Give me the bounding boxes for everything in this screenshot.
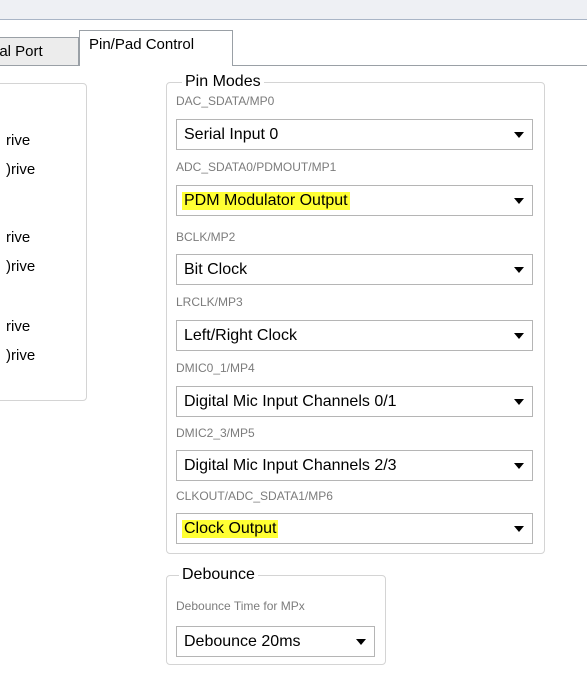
chevron-down-icon[interactable] (514, 399, 524, 405)
pin-modes-group (166, 82, 545, 554)
chevron-down-icon[interactable] (514, 198, 524, 204)
pin-label-mp5: DMIC2_3/MP5 (176, 426, 255, 440)
mp5-select[interactable]: Digital Mic Input Channels 2/3 (176, 450, 533, 481)
mp6-value: Clock Output (182, 520, 279, 538)
pin-label-mp2: BCLK/MP2 (176, 230, 236, 244)
tab-pin-pad-control-label: Pin/Pad Control (89, 36, 195, 53)
tab-serial-port[interactable]: rial Port (0, 37, 79, 65)
window-top-bar (0, 0, 587, 20)
drive-label: )rive (6, 258, 36, 275)
debounce-label: Debounce Time for MPx (176, 599, 305, 613)
debounce-value: Debounce 20ms (184, 633, 301, 650)
drive-label: rive (6, 318, 31, 335)
chevron-down-icon[interactable] (514, 463, 524, 469)
pin-label-mp1: ADC_SDATA0/PDMOUT/MP1 (176, 160, 337, 174)
mp1-select[interactable]: PDM Modulator Output (176, 185, 533, 216)
mp6-select[interactable]: Clock Output (176, 513, 533, 544)
tab-pin-pad-control[interactable]: Pin/Pad Control (79, 30, 233, 66)
pin-label-mp3: LRCLK/MP3 (176, 295, 243, 309)
debounce-select[interactable]: Debounce 20ms (176, 626, 375, 657)
chevron-down-icon[interactable] (356, 639, 366, 645)
mp4-select[interactable]: Digital Mic Input Channels 0/1 (176, 386, 533, 417)
chevron-down-icon[interactable] (514, 526, 524, 532)
mp4-value: Digital Mic Input Channels 0/1 (184, 393, 397, 410)
drive-label: )rive (6, 161, 36, 178)
mp0-select[interactable]: Serial Input 0 (176, 119, 533, 150)
mp5-value: Digital Mic Input Channels 2/3 (184, 457, 397, 474)
mp3-value: Left/Right Clock (184, 327, 297, 344)
pin-label-mp0: DAC_SDATA/MP0 (176, 94, 275, 108)
chevron-down-icon[interactable] (514, 333, 524, 339)
mp3-select[interactable]: Left/Right Clock (176, 320, 533, 351)
chevron-down-icon[interactable] (514, 267, 524, 273)
chevron-down-icon[interactable] (514, 132, 524, 138)
pin-label-mp4: DMIC0_1/MP4 (176, 361, 255, 375)
mp0-value: Serial Input 0 (184, 126, 279, 143)
drive-label: rive (6, 229, 31, 246)
mp2-select[interactable]: Bit Clock (176, 254, 533, 285)
pin-label-mp6: CLKOUT/ADC_SDATA1/MP6 (176, 489, 333, 503)
debounce-title: Debounce (179, 566, 258, 584)
drive-label: )rive (6, 347, 36, 364)
tab-serial-port-label: rial Port (0, 43, 43, 60)
drive-label: rive (6, 132, 31, 149)
pin-modes-title: Pin Modes (182, 73, 264, 91)
mp2-value: Bit Clock (184, 261, 248, 278)
mp1-value: PDM Modulator Output (182, 192, 350, 210)
